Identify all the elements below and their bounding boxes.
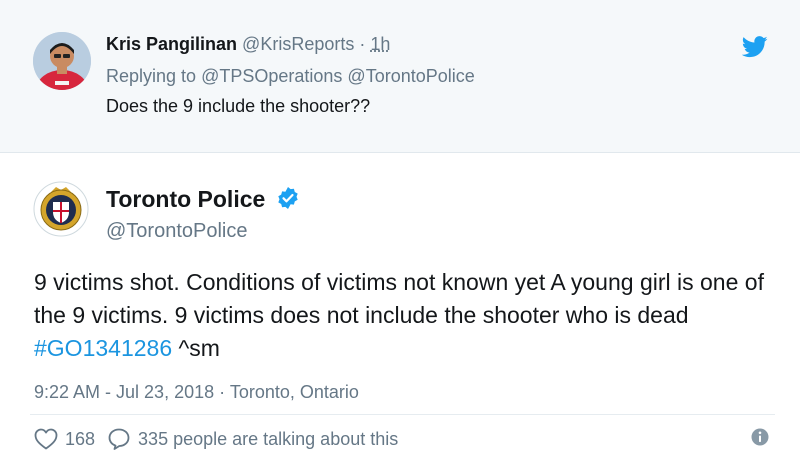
person-red-shirt-avatar-icon [33,32,91,90]
reply-tweet-text: Does the 9 include the shooter?? [106,96,371,116]
talking-about-button[interactable]: 335 people are talking about this [107,427,398,451]
like-count: 168 [65,428,96,449]
divider [30,414,775,415]
like-button[interactable]: 168 [34,428,95,450]
verified-badge-icon [277,187,298,209]
mention-link-tpsoperations[interactable]: @TPSOperations [201,66,342,86]
tweet-timestamp-link[interactable]: 9:22 AM - Jul 23, 2018 [34,382,214,402]
info-icon[interactable] [751,428,769,446]
mention-link-torontopolice[interactable]: @TorontoPolice [347,66,474,86]
twitter-bird-icon[interactable] [742,36,768,58]
reply-timestamp-link[interactable]: 1h [370,34,390,54]
replying-to-label: Replying to [106,66,197,86]
main-author-avatar[interactable] [33,181,89,237]
reply-tweet[interactable]: Kris Pangilinan @KrisReports · 1h Replyi… [0,0,800,153]
talking-about-text: 335 people are talking about this [138,428,399,449]
reply-separator: · [359,34,366,54]
main-tweet-text: 9 victims shot. Conditions of victims no… [34,266,774,365]
tweet-actions: 168 335 people are talking about this [34,426,398,452]
main-author-handle[interactable]: @TorontoPolice [106,220,247,243]
speech-bubble-icon [108,428,130,450]
reply-author-line: Kris Pangilinan @KrisReports · 1h [106,34,390,55]
main-author-name-line: Toronto Police [106,186,300,213]
replying-to-line: Replying to @TPSOperations @TorontoPolic… [106,66,475,87]
tweet-location-link[interactable]: Toronto, Ontario [230,382,359,402]
reply-author-handle[interactable]: @KrisReports [242,34,354,54]
police-crest-avatar-icon [33,181,89,237]
hashtag-link[interactable]: #GO1341286 [34,335,172,361]
meta-separator: · [219,382,226,402]
tweet-text-part2: ^sm [172,335,220,361]
heart-icon [34,428,58,450]
reply-author-avatar[interactable] [33,32,91,90]
tweet-meta: 9:22 AM - Jul 23, 2018 · Toronto, Ontari… [34,382,359,403]
main-author-name[interactable]: Toronto Police [106,186,265,212]
tweet-text-part1: 9 victims shot. Conditions of victims no… [34,269,764,328]
reply-author-name[interactable]: Kris Pangilinan [106,34,237,54]
